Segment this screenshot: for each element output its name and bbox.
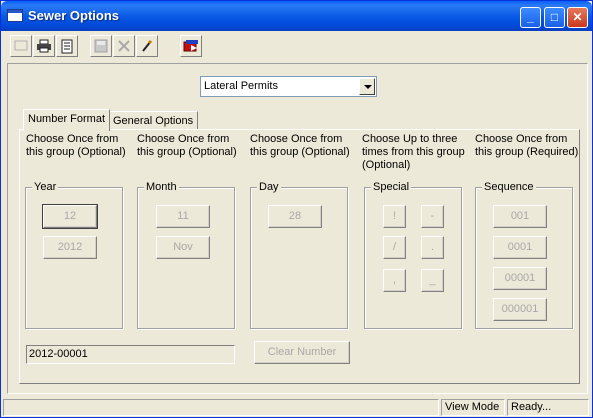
sequence-3digit-button[interactable]: 001 [493,205,547,228]
title-bar[interactable]: Sewer Options _ □ ✕ [1,1,592,31]
sequence-4digit-button[interactable]: 0001 [493,236,547,259]
special-group-title: Special [371,181,412,193]
month-group-title: Month [144,181,179,193]
special-group: Special [364,181,462,329]
special-exclamation-button[interactable]: ! [383,205,406,228]
permit-type-value: Lateral Permits [204,80,278,92]
cancel-icon[interactable] [113,35,135,57]
day-button[interactable]: 28 [268,205,322,228]
status-message: Ready... [507,399,589,416]
special-dash-button[interactable]: - [421,205,444,228]
save-icon[interactable] [90,35,112,57]
permit-type-dropdown[interactable]: Lateral Permits [200,76,377,97]
sewer-options-window: Sewer Options _ □ ✕ Lateral Permits Numb… [0,0,593,418]
status-bar: View Mode Ready... [1,397,592,417]
special-comma-button[interactable]: , [383,269,406,292]
special-instruction: Choose Up to three times from this group… [362,133,465,171]
minimize-button[interactable]: _ [520,7,541,28]
special-underscore-button[interactable]: _ [421,269,444,292]
sequence-6digit-button[interactable]: 000001 [493,298,547,321]
month-instruction: Choose Once from this group (Optional) [137,133,237,158]
maximize-button[interactable]: □ [544,7,565,28]
status-mode: View Mode [441,399,505,416]
year-4digit-button[interactable]: 2012 [43,236,97,259]
window-title: Sewer Options [28,8,120,23]
exit-icon[interactable] [180,35,202,57]
year-2digit-button[interactable]: 12 [42,204,98,229]
sequence-5digit-button[interactable]: 00001 [493,267,547,290]
sequence-instruction: Choose Once from this group (Required) [475,133,579,158]
clear-number-button[interactable]: Clear Number [254,341,350,364]
print-icon[interactable] [33,35,55,57]
special-slash-button[interactable]: / [383,236,406,259]
special-period-button[interactable]: . [421,236,444,259]
day-group-title: Day [257,181,281,193]
day-instruction: Choose Once from this group (Optional) [250,133,350,158]
permit-number-preview[interactable]: 2012-00001 [26,345,235,364]
toolbar [5,33,588,59]
tab-number-format[interactable]: Number Format [23,109,111,131]
close-button[interactable]: ✕ [567,7,588,28]
month-number-button[interactable]: 11 [156,205,210,228]
window-app-icon [7,9,23,22]
new-icon[interactable] [10,35,32,57]
edit-icon[interactable] [136,35,158,57]
status-cell-empty [3,399,439,416]
month-abbrev-button[interactable]: Nov [156,236,210,259]
chevron-down-icon[interactable] [359,78,375,95]
preview-icon[interactable] [56,35,78,57]
tab-general-options[interactable]: General Options [108,111,199,131]
year-instruction: Choose Once from this group (Optional) [26,133,126,158]
year-group-title: Year [32,181,59,193]
sequence-group-title: Sequence [482,181,536,193]
